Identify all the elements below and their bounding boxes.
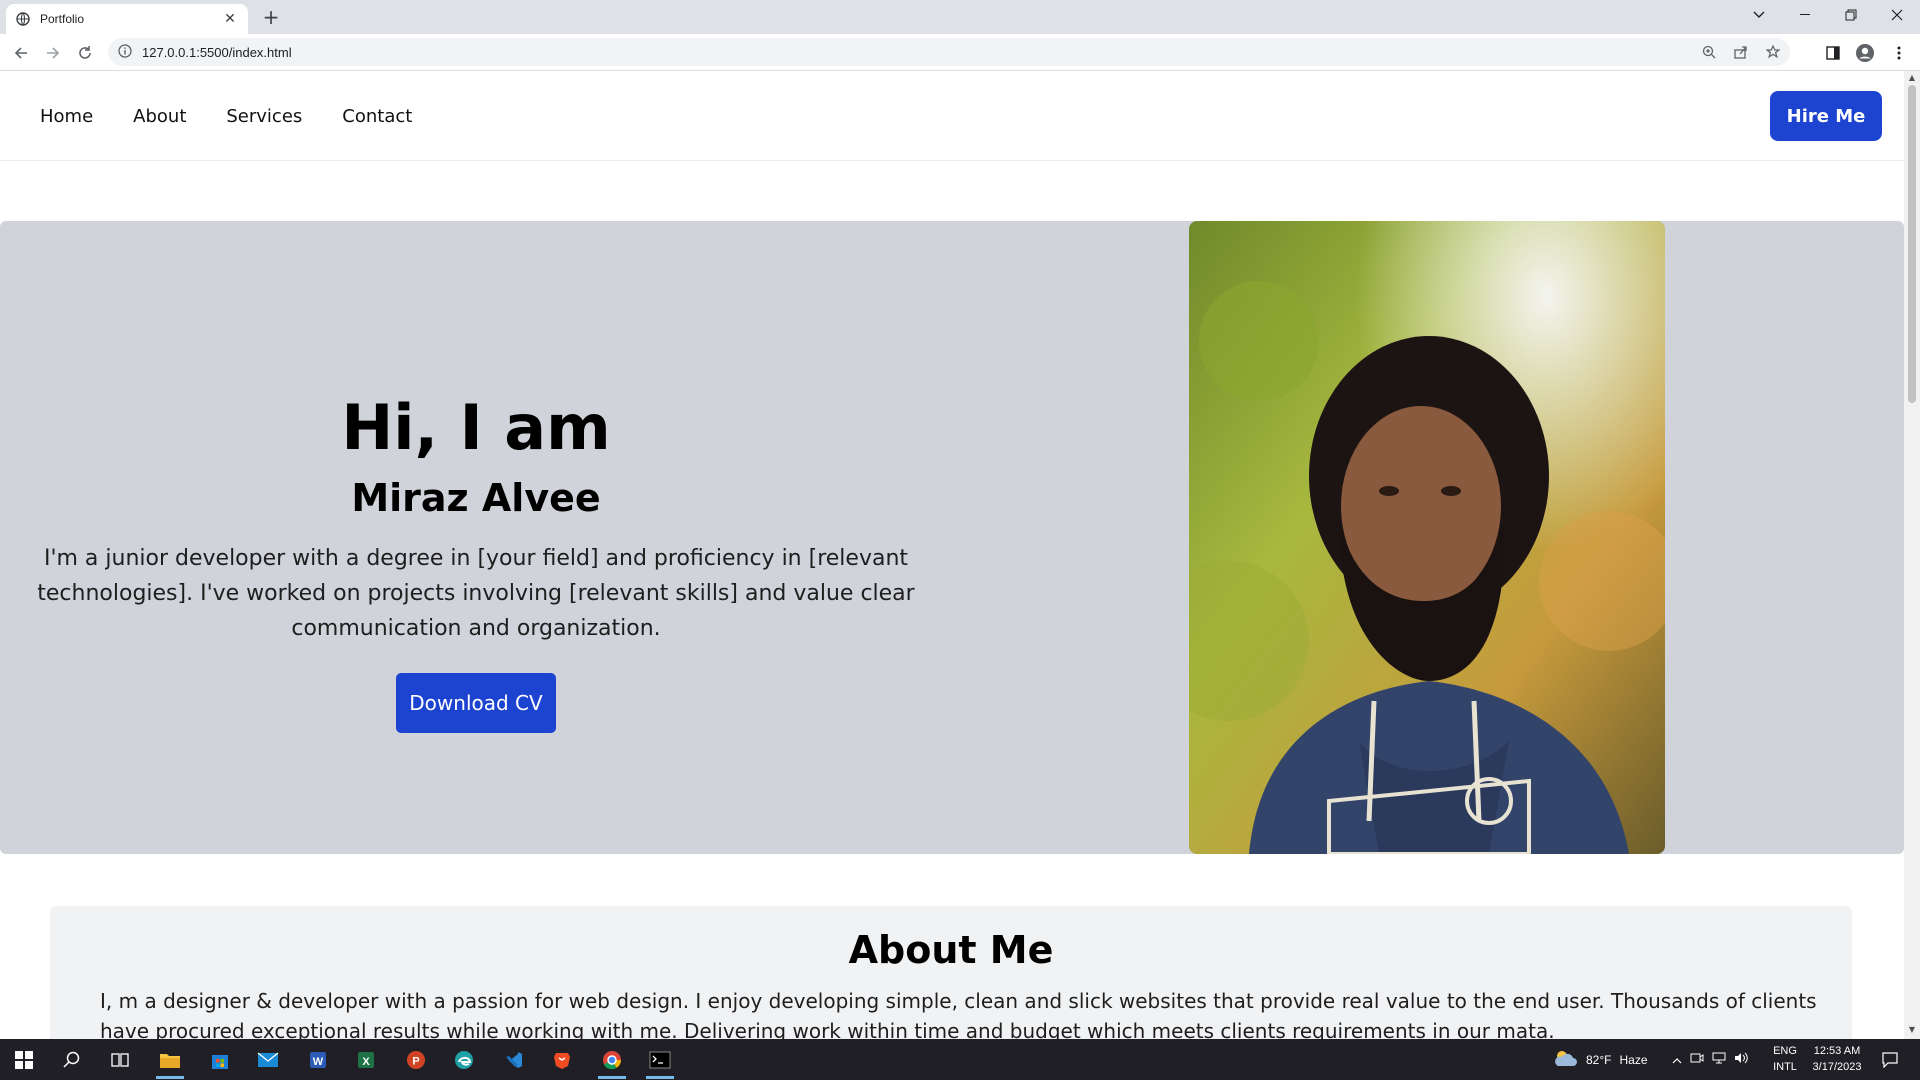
site-navbar: Home About Services Contact Hire Me: [0, 71, 1904, 161]
weather-desc: Haze: [1619, 1052, 1648, 1067]
hire-me-button[interactable]: Hire Me: [1770, 91, 1882, 141]
bookmark-star-icon[interactable]: [1764, 43, 1782, 61]
scroll-down-arrow-icon[interactable]: ▼: [1908, 1026, 1916, 1034]
notifications-icon[interactable]: [1870, 1044, 1910, 1076]
clock-date: 3/17/2023: [1812, 1061, 1862, 1073]
hero-greeting: Hi, I am: [341, 391, 611, 464]
globe-icon: [16, 12, 30, 26]
profile-avatar-icon[interactable]: [1854, 42, 1876, 64]
lang-line-2: INTL: [1773, 1061, 1797, 1073]
scroll-up-arrow-icon[interactable]: ▲: [1908, 74, 1916, 82]
share-icon[interactable]: [1732, 43, 1750, 61]
browser-toolbar: 127.0.0.1:5500/index.html: [0, 34, 1920, 71]
hero-section: Hi, I am Miraz Alvee I'm a junior develo…: [0, 221, 1904, 854]
menu-dots-icon[interactable]: [1888, 42, 1910, 64]
svg-text:P: P: [412, 1056, 419, 1068]
word-icon[interactable]: W: [298, 1044, 338, 1076]
weather-temp: 82°F: [1586, 1052, 1612, 1067]
file-explorer-icon[interactable]: [150, 1044, 190, 1079]
powerpoint-icon[interactable]: P: [396, 1044, 436, 1076]
windows-start-icon[interactable]: [4, 1044, 44, 1076]
vscode-icon[interactable]: [494, 1044, 534, 1076]
tab-close-icon[interactable]: ✕: [222, 11, 238, 27]
system-tray: [1672, 1039, 1748, 1080]
search-icon[interactable]: [52, 1044, 92, 1076]
reload-icon[interactable]: [72, 40, 98, 66]
page-viewport: Home About Services Contact Hire Me Hi, …: [0, 71, 1904, 1039]
about-text: I, m a designer & developer with a passi…: [100, 989, 1817, 1039]
lang-line-1: ENG: [1773, 1045, 1797, 1057]
task-view-icon[interactable]: [100, 1044, 140, 1076]
side-panel-icon[interactable]: [1822, 42, 1844, 64]
hero-name: Miraz Alvee: [351, 476, 601, 520]
tab-search-icon[interactable]: [1736, 0, 1782, 30]
weather-widget[interactable]: 82°F Haze: [1552, 1039, 1648, 1080]
nav-link-about[interactable]: About: [133, 106, 186, 127]
terminal-icon[interactable]: [640, 1044, 680, 1079]
back-arrow-icon[interactable]: [8, 40, 34, 66]
chrome-icon[interactable]: [592, 1044, 632, 1079]
browser-tab[interactable]: Portfolio ✕: [6, 4, 248, 34]
system-clock[interactable]: 12:53 AM 3/17/2023: [1806, 1043, 1868, 1075]
input-language[interactable]: ENG INTL: [1770, 1043, 1800, 1075]
svg-text:W: W: [313, 1056, 324, 1068]
forward-arrow-icon[interactable]: [40, 40, 66, 66]
edge-icon[interactable]: [444, 1044, 484, 1076]
meet-now-icon[interactable]: [1690, 1052, 1704, 1067]
zoom-icon[interactable]: [1700, 43, 1718, 61]
page-scrollbar[interactable]: ▲ ▼: [1904, 71, 1920, 1039]
restore-button[interactable]: [1828, 0, 1874, 30]
windows-taskbar: W X P 82°F Haze ENG INTL 12:53 AM 3/17/2…: [0, 1039, 1920, 1080]
about-heading: About Me: [848, 928, 1054, 972]
url-text: 127.0.0.1:5500/index.html: [142, 44, 292, 60]
svg-text:X: X: [362, 1056, 370, 1068]
about-section: About Me I, m a designer & developer wit…: [50, 906, 1852, 1039]
info-icon[interactable]: [118, 43, 132, 62]
weather-cloud-icon: [1552, 1048, 1578, 1071]
new-tab-button[interactable]: +: [260, 6, 282, 28]
nav-link-contact[interactable]: Contact: [342, 106, 412, 127]
mail-icon[interactable]: [248, 1044, 288, 1076]
scroll-thumb[interactable]: [1908, 85, 1916, 403]
tab-strip: Portfolio ✕ +: [0, 0, 1920, 34]
close-window-button[interactable]: [1874, 0, 1920, 30]
hero-description: I'm a junior developer with a degree in …: [37, 546, 915, 641]
network-icon[interactable]: [1712, 1052, 1726, 1067]
download-cv-button[interactable]: Download CV: [396, 673, 556, 733]
tray-chevron-up-icon[interactable]: [1672, 1053, 1682, 1067]
profile-photo: [1189, 221, 1665, 854]
minimize-button[interactable]: [1782, 0, 1828, 30]
store-icon[interactable]: [200, 1044, 240, 1076]
clock-time: 12:53 AM: [1813, 1045, 1861, 1057]
excel-icon[interactable]: X: [346, 1044, 386, 1076]
hero-text: Hi, I am Miraz Alvee I'm a junior develo…: [0, 221, 952, 854]
nav-links: Home About Services Contact: [40, 106, 412, 127]
nav-link-services[interactable]: Services: [226, 106, 302, 127]
tab-title: Portfolio: [40, 12, 85, 26]
volume-icon[interactable]: [1734, 1052, 1748, 1067]
address-bar[interactable]: 127.0.0.1:5500/index.html: [108, 38, 1790, 66]
nav-link-home[interactable]: Home: [40, 106, 93, 127]
brave-icon[interactable]: [542, 1044, 582, 1076]
browser-chrome: Portfolio ✕ + 127.0.0.1:5500/index.html: [0, 0, 1920, 71]
